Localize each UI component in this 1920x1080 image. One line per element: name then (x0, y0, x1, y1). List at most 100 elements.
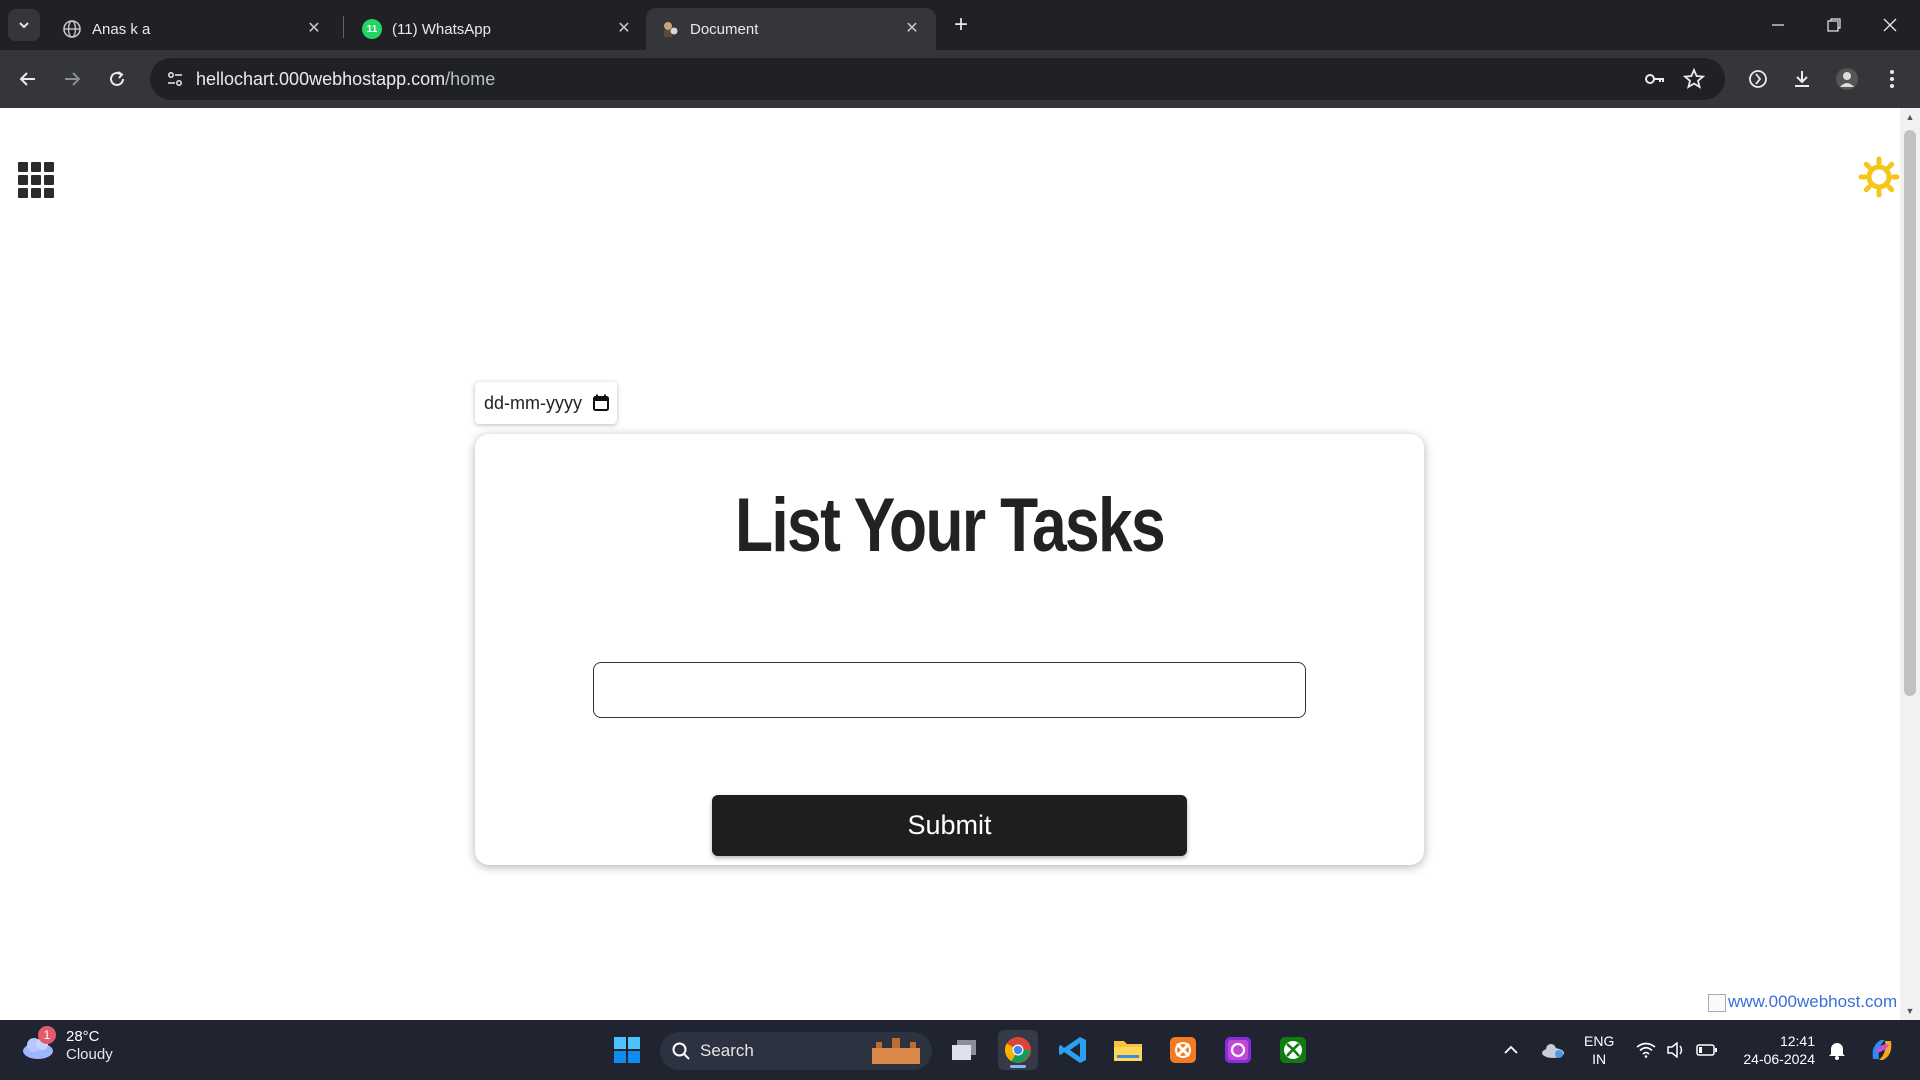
windows-logo-icon (614, 1037, 640, 1063)
task-view-icon (952, 1040, 976, 1060)
forward-button[interactable] (56, 63, 88, 95)
tab-whatsapp[interactable]: 11 (11) WhatsApp ✕ (348, 8, 648, 50)
search-highlight-illustration (872, 1038, 920, 1064)
clock-date: 24-06-2024 (1743, 1051, 1815, 1067)
file-explorer-taskbar-button[interactable] (1108, 1030, 1148, 1070)
reload-icon (110, 71, 124, 86)
vertical-scrollbar[interactable]: ▲ ▼ (1900, 108, 1920, 1020)
password-key-icon[interactable] (1640, 65, 1668, 93)
weather-badge: 1 (38, 1026, 56, 1044)
submit-button[interactable]: Submit (712, 795, 1187, 856)
sun-ray (1863, 161, 1872, 170)
photo-app-taskbar-button[interactable] (1218, 1030, 1258, 1070)
battery-icon[interactable] (1692, 1020, 1722, 1080)
tab-search-button[interactable] (8, 9, 40, 41)
tab-document[interactable]: Document ✕ (646, 8, 936, 50)
page-title: List Your Tasks (734, 483, 1166, 568)
forward-arrow-icon (65, 72, 81, 86)
wifi-icon[interactable] (1632, 1020, 1660, 1080)
download-icon[interactable] (1786, 63, 1818, 95)
scroll-thumb[interactable] (1904, 130, 1916, 696)
sun-ray (1863, 184, 1872, 193)
weather-condition: Cloudy (66, 1046, 113, 1063)
tab-title: Document (690, 20, 759, 38)
whatsapp-badge-count: 11 (366, 23, 378, 35)
profile-avatar[interactable] (1831, 63, 1863, 95)
close-tab-icon[interactable]: ✕ (902, 18, 922, 38)
tab-anas[interactable]: Anas k a ✕ (48, 8, 338, 50)
folder-icon (1114, 1041, 1142, 1061)
minimize-button[interactable] (1750, 0, 1806, 50)
language-indicator[interactable]: ENG IN (1584, 1032, 1614, 1068)
xbox-icon (1280, 1037, 1306, 1063)
language-code: ENG (1584, 1033, 1615, 1049)
system-clock[interactable]: 12:41 24-06-2024 (1735, 1032, 1815, 1068)
restore-button[interactable] (1806, 0, 1862, 50)
close-tab-icon[interactable]: ✕ (304, 18, 324, 38)
back-button[interactable] (12, 63, 44, 95)
copilot-icon[interactable] (1862, 1020, 1902, 1080)
whatsapp-icon: 11 (362, 19, 382, 39)
volume-icon[interactable] (1662, 1020, 1690, 1080)
url-text: hellochart.000webhostapp.com/home (196, 69, 495, 90)
date-input[interactable]: dd-mm-yyyy (475, 382, 617, 424)
close-icon (1883, 18, 1897, 32)
tab-title: (11) WhatsApp (392, 20, 491, 38)
search-icon (672, 1042, 690, 1060)
scroll-down-arrow-icon[interactable]: ▼ (1905, 1006, 1915, 1016)
chrome-icon (1004, 1037, 1031, 1063)
scroll-up-arrow-icon[interactable]: ▲ (1905, 112, 1915, 122)
minimize-icon (1772, 24, 1784, 26)
task-card: List Your Tasks Submit (475, 434, 1424, 865)
clock-time: 12:41 (1779, 1033, 1815, 1049)
show-hidden-icons-chevron-icon[interactable] (1496, 1020, 1526, 1080)
address-bar[interactable]: hellochart.000webhostapp.com/home (150, 58, 1725, 100)
date-placeholder: dd-mm-yyyy (484, 392, 582, 413)
chrome-taskbar-button[interactable] (998, 1030, 1038, 1070)
browser-tab-bar: Anas k a ✕ 11 (11) WhatsApp ✕ Document ✕… (0, 0, 1920, 50)
close-tab-icon[interactable]: ✕ (614, 18, 634, 38)
close-window-button[interactable] (1862, 0, 1918, 50)
reload-button[interactable] (101, 63, 133, 95)
xampp-taskbar-button[interactable] (1163, 1030, 1203, 1070)
taskbar-search[interactable]: Search (660, 1032, 932, 1070)
windows-start-button[interactable] (607, 1030, 647, 1070)
restore-icon (1827, 18, 1841, 32)
windows-taskbar: 1 28°C Cloudy Search ENG IN 12:41 24-06-… (0, 1020, 1920, 1080)
host-badge-link[interactable]: www.000webhost.com (1708, 992, 1897, 1012)
task-view-button[interactable] (944, 1030, 984, 1070)
tab-divider (343, 16, 344, 38)
sun-icon[interactable] (1858, 156, 1900, 198)
onedrive-cloud-icon[interactable] (1536, 1020, 1570, 1080)
apps-grid-icon[interactable] (18, 162, 54, 198)
region-code: IN (1592, 1051, 1607, 1067)
xampp-icon (1170, 1037, 1196, 1063)
extension-icon[interactable] (1742, 63, 1774, 95)
search-label: Search (700, 1041, 754, 1060)
browser-toolbar: hellochart.000webhostapp.com/home (0, 50, 1920, 108)
sun-ray (1886, 184, 1895, 193)
tab-title: Anas k a (92, 20, 151, 38)
vscode-taskbar-button[interactable] (1053, 1030, 1093, 1070)
photo-app-icon (1225, 1037, 1251, 1063)
bookmark-star-icon[interactable] (1680, 65, 1708, 93)
url-host: hellochart.000webhostapp.com (196, 69, 446, 89)
new-tab-button[interactable]: + (946, 10, 976, 40)
weather-temp: 28°C (66, 1028, 100, 1045)
url-path: /home (445, 69, 496, 89)
page-viewport: dd-mm-yyyy List Your Tasks Submit www.00… (0, 108, 1920, 1020)
more-menu-icon[interactable] (1876, 63, 1908, 95)
active-app-indicator (1010, 1065, 1026, 1068)
back-arrow-icon (19, 72, 35, 86)
sun-ray (1886, 161, 1895, 170)
chevron-down-icon (19, 22, 29, 29)
xbox-taskbar-button[interactable] (1273, 1030, 1313, 1070)
calendar-icon[interactable] (593, 394, 609, 411)
task-input[interactable] (593, 662, 1306, 718)
document-favicon (660, 19, 680, 39)
weather-widget[interactable]: 1 28°C Cloudy (20, 1026, 113, 1064)
site-info-icon[interactable] (160, 64, 190, 94)
host-badge-text: www.000webhost.com (1728, 992, 1898, 1011)
notification-bell-icon[interactable] (1822, 1020, 1852, 1080)
globe-icon (62, 19, 82, 39)
